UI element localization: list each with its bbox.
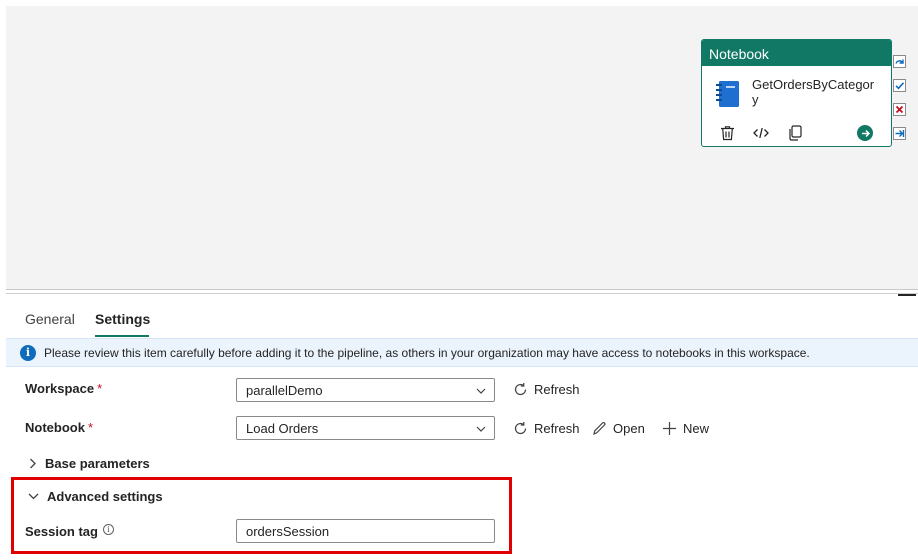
splitter-handle[interactable]	[898, 294, 916, 296]
notebook-label: Notebook *	[25, 420, 94, 435]
notebook-select[interactable]: Load Orders	[236, 416, 495, 440]
notebook-icon	[716, 81, 739, 107]
notebook-open-button[interactable]: Open	[592, 421, 645, 436]
workspace-label: Workspace *	[25, 381, 103, 396]
code-icon[interactable]	[752, 124, 770, 142]
completion-icon[interactable]	[893, 127, 906, 140]
notebook-new-button[interactable]: New	[662, 421, 709, 436]
highlight-box	[11, 477, 512, 554]
active-tab-indicator	[95, 335, 149, 337]
copy-icon[interactable]	[786, 124, 804, 142]
tab-settings[interactable]: Settings	[95, 311, 150, 327]
workspace-refresh-button[interactable]: Refresh	[513, 382, 580, 397]
banner-text: Please review this item carefully before…	[44, 346, 810, 360]
tab-general[interactable]: General	[25, 311, 75, 327]
notebook-activity[interactable]: Notebook GetOrdersByCategory	[701, 39, 892, 147]
workspace-select[interactable]: parallelDemo	[236, 378, 495, 402]
panel-splitter[interactable]	[6, 293, 918, 294]
activity-body: GetOrdersByCategory	[716, 76, 886, 116]
refresh-icon	[514, 383, 527, 396]
notebook-value: Load Orders	[246, 421, 319, 436]
pencil-icon	[593, 422, 606, 436]
info-icon: i	[20, 345, 36, 361]
chevron-down-icon	[476, 426, 486, 432]
failure-icon[interactable]	[893, 103, 906, 116]
run-icon[interactable]	[856, 124, 874, 142]
refresh-icon	[514, 422, 527, 435]
activity-actions	[718, 124, 880, 142]
info-banner: i Please review this item carefully befo…	[6, 338, 918, 367]
chevron-right-icon	[30, 458, 36, 469]
base-parameters-toggle[interactable]: Base parameters	[28, 456, 150, 471]
delete-icon[interactable]	[718, 124, 736, 142]
activity-name: GetOrdersByCategory	[752, 77, 875, 107]
workspace-value: parallelDemo	[246, 383, 323, 398]
activity-type-label: Notebook	[702, 40, 891, 66]
skip-icon[interactable]	[893, 55, 906, 68]
notebook-refresh-button[interactable]: Refresh	[513, 421, 580, 436]
plus-icon	[663, 422, 676, 435]
chevron-down-icon	[476, 388, 486, 394]
success-icon[interactable]	[893, 79, 906, 92]
